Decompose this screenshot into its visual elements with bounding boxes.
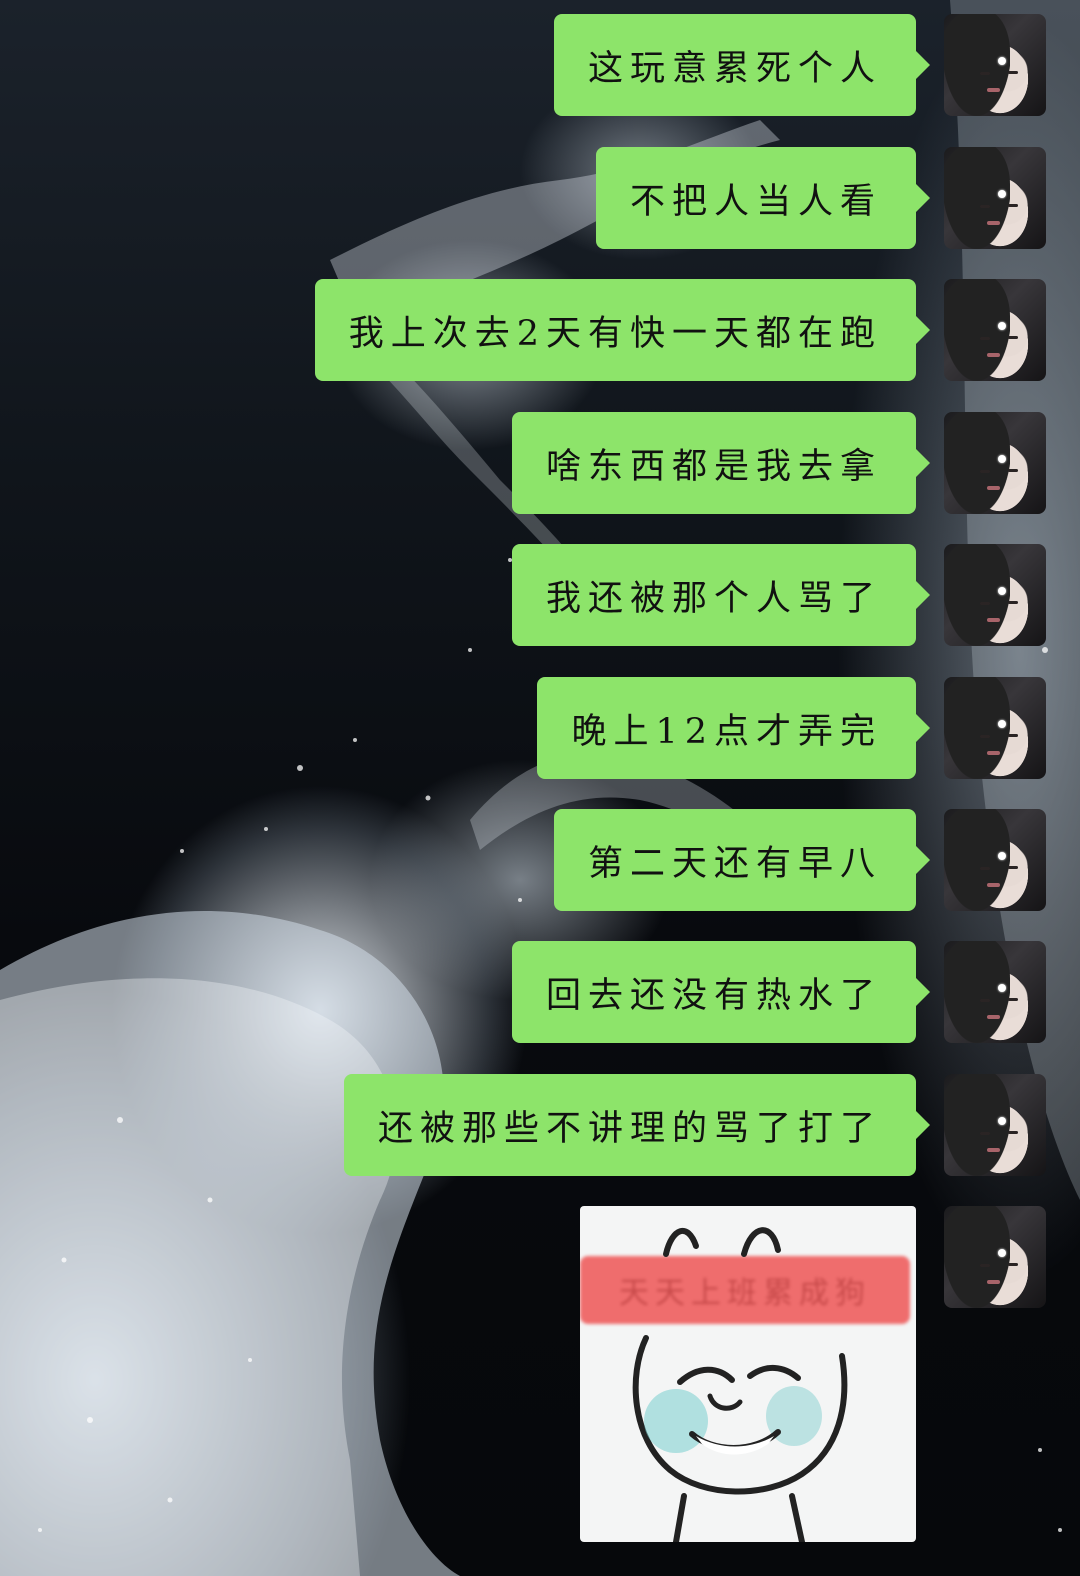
message-row: 我还被那个人骂了 <box>511 544 1046 646</box>
message-bubble[interactable]: 还被那些不讲理的骂了打了 <box>343 1074 931 1176</box>
message-bubble[interactable]: 我上次去2天有快一天都在跑 <box>314 279 931 381</box>
message-bubble[interactable]: 这玩意累死个人 <box>553 14 931 116</box>
message-text: 不把人当人看 <box>629 181 882 222</box>
chat-thread: 这玩意累死个人 不把人当人看 我上次去2天有快一天都在跑 啥东西都是我去拿 我还… <box>0 0 1080 1576</box>
message-text: 回去还没有热水了 <box>545 975 882 1016</box>
message-text: 第二天还有早八 <box>587 843 882 884</box>
meme-face-icon <box>632 1227 848 1542</box>
message-bubble[interactable]: 第二天还有早八 <box>553 809 931 911</box>
message-row: 这玩意累死个人 <box>553 14 1046 116</box>
message-text: 啥东西都是我去拿 <box>545 446 882 487</box>
message-row: 第二天还有早八 <box>553 809 1046 911</box>
message-text: 这玩意累死个人 <box>587 48 882 89</box>
message-row: 我上次去2天有快一天都在跑 <box>314 279 1046 381</box>
avatar[interactable] <box>944 1206 1046 1308</box>
message-row: 回去还没有热水了 <box>511 941 1046 1043</box>
avatar[interactable] <box>944 14 1046 116</box>
avatar[interactable] <box>944 677 1046 779</box>
message-row: 还被那些不讲理的骂了打了 <box>343 1074 1046 1176</box>
message-bubble[interactable]: 回去还没有热水了 <box>511 941 931 1043</box>
avatar[interactable] <box>944 1074 1046 1176</box>
message-bubble[interactable]: 我还被那个人骂了 <box>511 544 931 646</box>
avatar[interactable] <box>944 147 1046 249</box>
message-bubble[interactable]: 晚上12点才弄完 <box>537 677 930 779</box>
message-row: 晚上12点才弄完 <box>537 677 1046 779</box>
message-text: 晚上12点才弄完 <box>571 711 882 752</box>
message-text: 还被那些不讲理的骂了打了 <box>377 1108 882 1149</box>
message-text: 我上次去2天有快一天都在跑 <box>348 313 882 354</box>
avatar[interactable] <box>944 544 1046 646</box>
message-row: 不把人当人看 <box>595 147 1046 249</box>
avatar[interactable] <box>944 279 1046 381</box>
meme-face-sticker[interactable]: 天天上班累成狗 <box>580 1206 916 1542</box>
message-text: 我还被那个人骂了 <box>545 578 882 619</box>
message-row: 啥东西都是我去拿 <box>511 412 1046 514</box>
avatar[interactable] <box>944 941 1046 1043</box>
sticker-row: 天天上班累成狗 <box>580 1206 1046 1542</box>
avatar[interactable] <box>944 412 1046 514</box>
avatar[interactable] <box>944 809 1046 911</box>
message-bubble[interactable]: 不把人当人看 <box>595 147 931 249</box>
message-bubble[interactable]: 啥东西都是我去拿 <box>511 412 931 514</box>
